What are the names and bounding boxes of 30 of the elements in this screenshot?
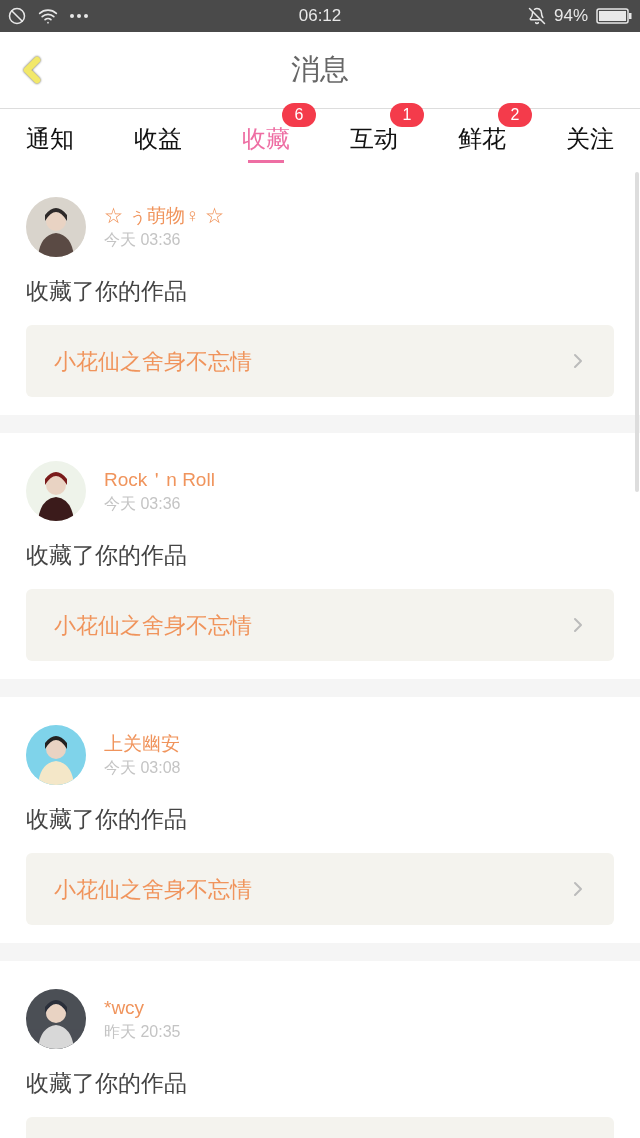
count-badge: 6 xyxy=(282,103,316,127)
message-time: 今天 03:08 xyxy=(104,758,181,778)
page-title: 消息 xyxy=(291,52,349,88)
message-text: 收藏了你的作品 xyxy=(26,541,188,570)
work-link[interactable]: 小花仙之舍身不忘情 xyxy=(26,325,614,397)
user-name[interactable]: Rock＇n Roll xyxy=(104,467,215,493)
message-text: 收藏了你的作品 xyxy=(26,805,188,834)
battery-percent: 94% xyxy=(553,5,588,28)
work-link[interactable]: 小花仙之舍身不忘情 xyxy=(26,589,614,661)
message-text: 收藏了你的作品 xyxy=(26,277,188,306)
user-name[interactable]: 上关幽安 xyxy=(104,731,181,757)
count-badge: 1 xyxy=(390,103,424,127)
tab[interactable]: 收益 xyxy=(134,109,182,169)
tab-underline xyxy=(248,160,284,163)
clock: 06:12 xyxy=(297,5,343,28)
message-time: 昨天 20:35 xyxy=(104,1022,181,1042)
tab[interactable]: 通知 xyxy=(26,109,74,169)
battery-icon xyxy=(596,8,632,24)
tab[interactable]: 关注 xyxy=(566,109,614,169)
message-time: 今天 03:36 xyxy=(104,230,182,250)
count-badge: 2 xyxy=(498,103,532,127)
more-icon xyxy=(70,14,88,18)
message-time: 今天 03:36 xyxy=(104,494,182,514)
wifi-icon xyxy=(38,6,58,26)
message-text: 收藏了你的作品 xyxy=(26,1069,188,1098)
user-name[interactable]: *wcy xyxy=(104,995,181,1021)
muted-bell-icon xyxy=(527,7,546,25)
no-sim-icon xyxy=(8,7,26,25)
work-link[interactable]: 小花仙之舍身不忘情 xyxy=(26,853,614,925)
user-name[interactable]: ☆ ぅ萌物♀ ☆ xyxy=(104,203,224,229)
